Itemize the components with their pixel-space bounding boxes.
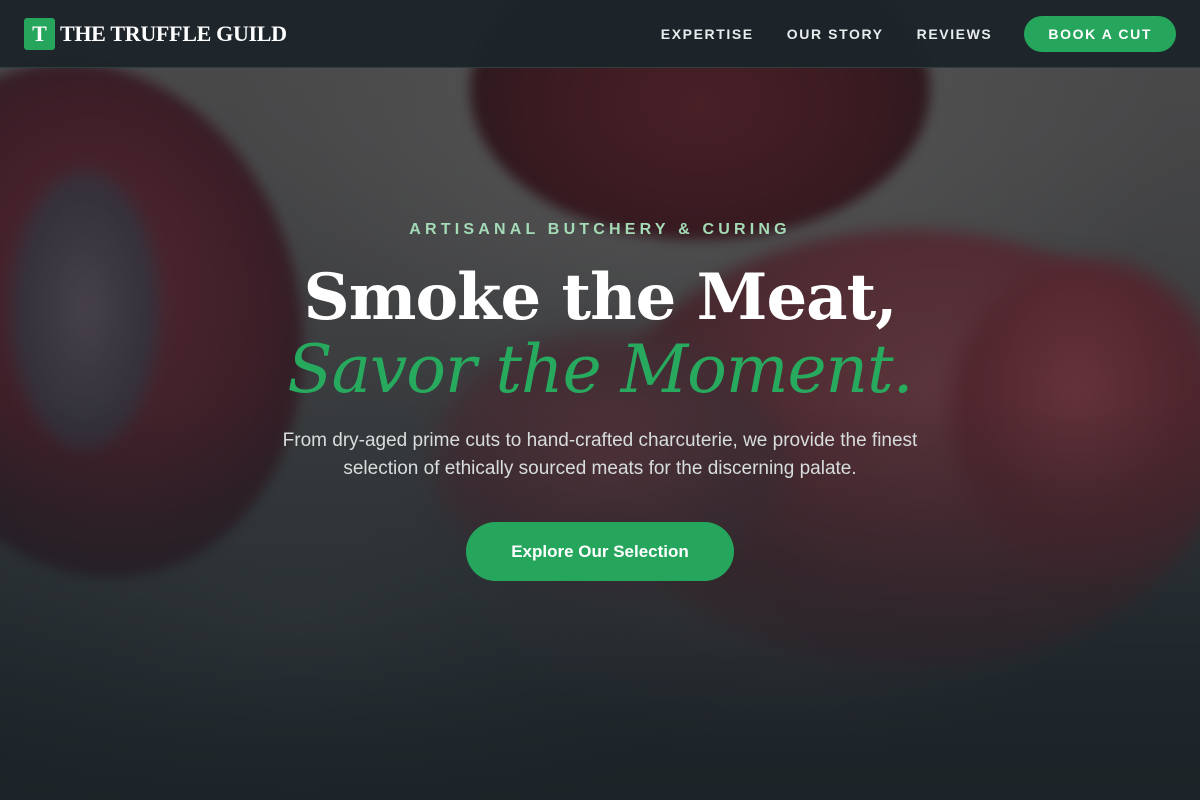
brand-logo-link[interactable]: T THE TRUFFLE GUILD	[24, 17, 287, 50]
hero-headline-line1: Smoke the Meat,	[303, 260, 898, 335]
brand-logo-icon: T	[24, 17, 55, 50]
hero-eyebrow: ARTISANAL BUTCHERY & CURING	[409, 221, 791, 238]
nav-link-our-story[interactable]: OUR STORY	[787, 26, 884, 42]
main-nav: EXPERTISE OUR STORY REVIEWS BOOK A CUT	[661, 15, 1176, 52]
book-a-cut-button[interactable]: BOOK A CUT	[1024, 15, 1176, 52]
brand-name: THE TRUFFLE GUILD	[60, 20, 287, 46]
top-navbar: T THE TRUFFLE GUILD EXPERTISE OUR STORY …	[0, 0, 1200, 68]
explore-selection-button[interactable]: Explore Our Selection	[466, 522, 734, 581]
hero-description: From dry-aged prime cuts to hand-crafted…	[282, 430, 918, 479]
nav-link-reviews[interactable]: REVIEWS	[917, 26, 993, 42]
nav-link-expertise[interactable]: EXPERTISE	[661, 26, 754, 42]
hero-headline-line2: Savor the Moment.	[287, 331, 913, 408]
